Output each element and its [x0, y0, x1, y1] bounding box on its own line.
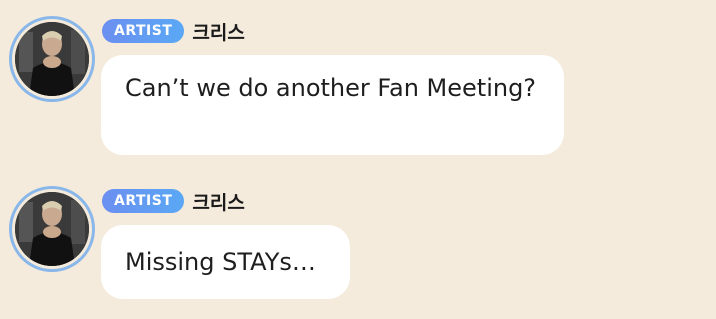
message-header: ARTIST 크리스: [102, 18, 245, 44]
person-silhouette-icon: [15, 192, 89, 266]
message-bubble[interactable]: Missing STAYs…: [101, 225, 350, 299]
avatar[interactable]: [9, 186, 95, 272]
author-name: 크리스: [192, 191, 245, 214]
message-header: ARTIST 크리스: [102, 188, 245, 214]
avatar-photo: [15, 22, 89, 96]
avatar[interactable]: [9, 16, 95, 102]
author-name: 크리스: [192, 21, 245, 44]
message-bubble[interactable]: Can’t we do another Fan Meeting?: [101, 55, 564, 155]
person-silhouette-icon: [15, 22, 89, 96]
artist-badge: ARTIST: [102, 189, 185, 213]
avatar-photo: [15, 192, 89, 266]
artist-badge: ARTIST: [102, 19, 185, 43]
